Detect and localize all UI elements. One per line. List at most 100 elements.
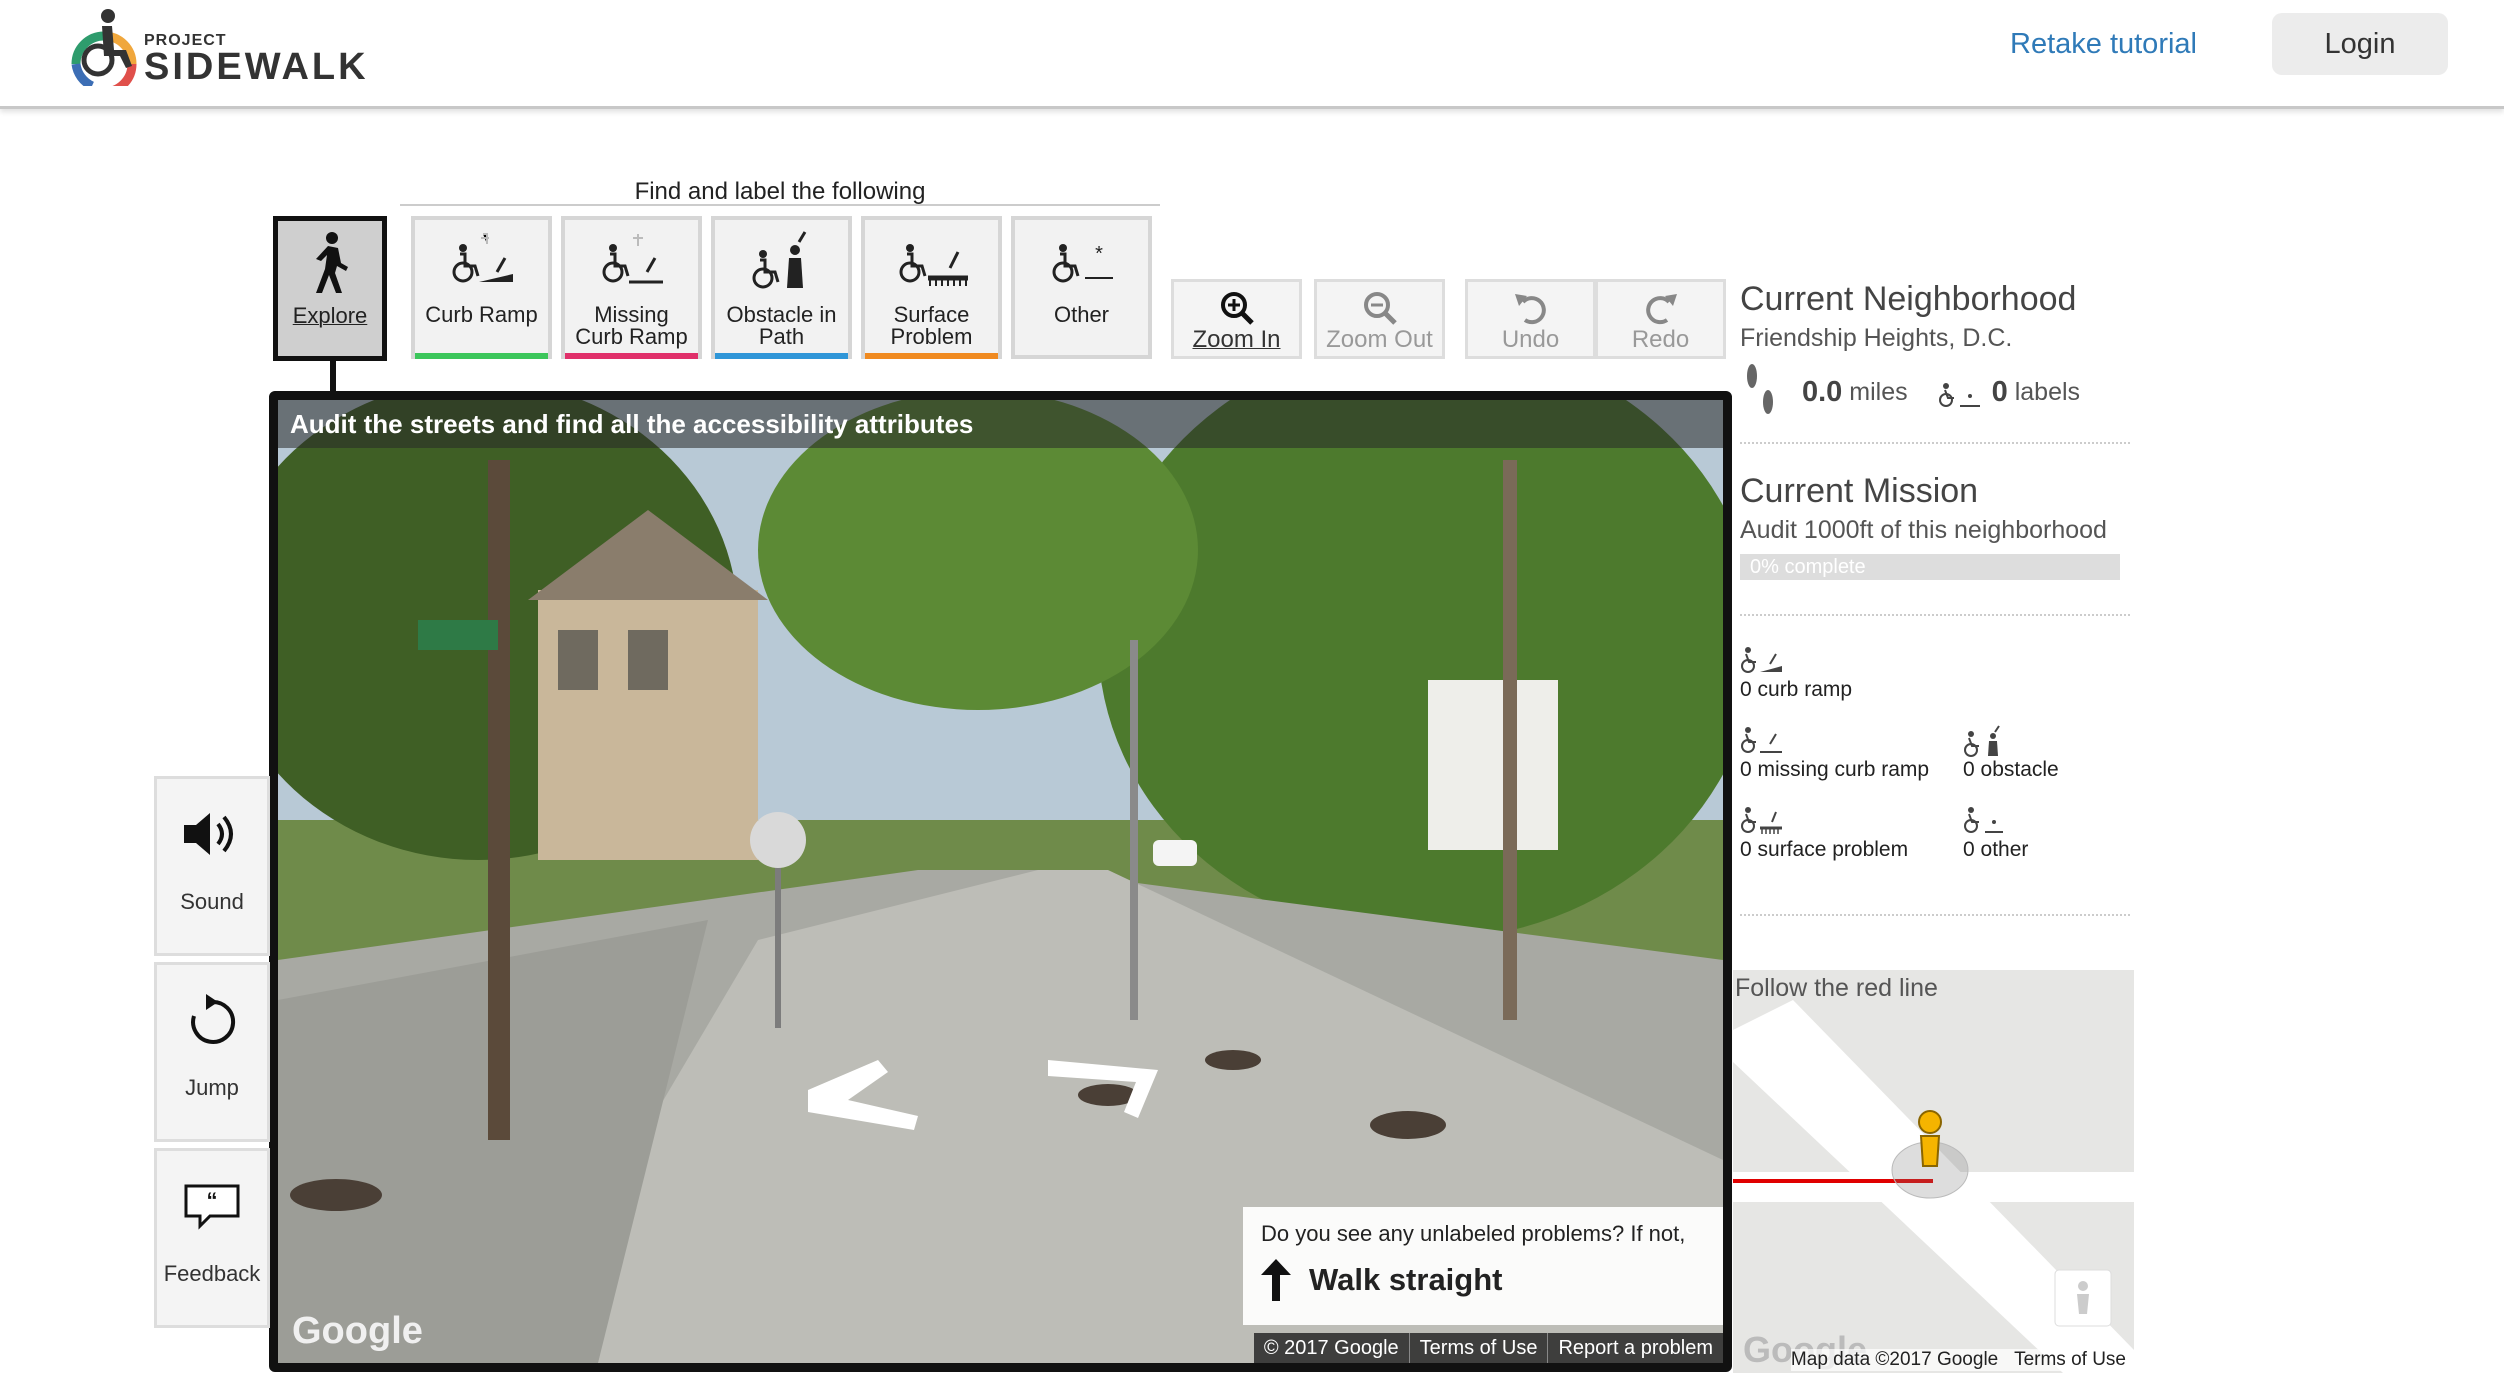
- minimap[interactable]: Follow the red line Google Map data ©201…: [1733, 970, 2134, 1373]
- pano-terms-link[interactable]: Terms of Use: [1408, 1333, 1548, 1363]
- curb-ramp-icon: [415, 220, 548, 304]
- missing-curb-ramp-icon: [1741, 727, 1782, 753]
- neighborhood-name: Friendship Heights, D.C.: [1740, 324, 2013, 352]
- navigation-hint: Do you see any unlabeled problems? If no…: [1243, 1207, 1723, 1325]
- hint-action-label: Walk straight: [1309, 1262, 1503, 1297]
- obstacle-count: 0 obstacle: [1963, 724, 2059, 782]
- pano-footer: © 2017 Google Terms of Use Report a prob…: [1253, 1333, 1723, 1363]
- other-count-text: 0 other: [1963, 838, 2029, 861]
- logo-icon: [71, 9, 137, 97]
- curb-ramp-count: 0 curb ramp: [1740, 644, 1852, 702]
- feedback-button[interactable]: “ Feedback: [154, 1148, 270, 1328]
- missing-curb-ramp-label-1: Missing: [594, 302, 669, 327]
- svg-text:*: *: [1095, 243, 1103, 265]
- undo-button[interactable]: Undo: [1465, 279, 1596, 359]
- obstacle-label-1: Obstacle in: [726, 302, 837, 327]
- zoom-out-label: Zoom Out: [1326, 326, 1433, 353]
- curb-ramp-count-text: 0 curb ramp: [1740, 678, 1853, 701]
- jump-label: Jump: [185, 1075, 239, 1100]
- neighborhood-stats: 0.0 miles 0 labels: [1740, 362, 2080, 422]
- pano-title: Audit the streets and find all the acces…: [278, 400, 1723, 448]
- jump-button[interactable]: Jump: [154, 962, 270, 1142]
- missing-curb-ramp-count: 0 missing curb ramp: [1740, 724, 1929, 782]
- surface-problem-label-2: Problem: [890, 324, 973, 349]
- surface-problem-icon: [865, 220, 998, 304]
- redo-button[interactable]: Redo: [1595, 279, 1726, 359]
- street-view-panorama[interactable]: Audit the streets and find all the acces…: [269, 391, 1732, 1372]
- obstacle-mode-button[interactable]: Obstacle in Path: [711, 216, 852, 359]
- other-label: Other: [1053, 302, 1110, 327]
- obstacle-icon: [1964, 725, 2000, 757]
- hint-action[interactable]: Walk straight: [1261, 1259, 1705, 1301]
- explore-label: Explore: [292, 303, 368, 328]
- sound-button[interactable]: Sound: [154, 776, 270, 956]
- minimap-label: Follow the red line: [1735, 974, 1938, 1002]
- undo-icon: [1468, 282, 1593, 326]
- surface-problem-label-1: Surface: [893, 302, 970, 327]
- login-button[interactable]: Login: [2272, 13, 2448, 75]
- curb-ramp-color-bar: [415, 353, 548, 359]
- missing-curb-ramp-label-2: Curb Ramp: [575, 324, 688, 349]
- find-label-instruction: Find and label the following: [400, 178, 1160, 206]
- other-mode-button[interactable]: * Other: [1011, 216, 1152, 359]
- zoom-in-button[interactable]: Zoom In: [1171, 279, 1302, 359]
- feedback-label: Feedback: [163, 1261, 261, 1286]
- divider: [1740, 442, 2130, 444]
- speaker-icon: [157, 779, 267, 889]
- explore-mode-button[interactable]: Explore: [273, 216, 387, 361]
- surface-problem-icon: [1741, 807, 1782, 834]
- zoom-in-icon: [1174, 282, 1299, 326]
- missing-curb-ramp-color-bar: [565, 353, 698, 359]
- labels-value: 0: [1991, 375, 2008, 408]
- mission-progress-bar: 0% complete: [1740, 554, 2120, 580]
- top-header: PROJECT SIDEWALK Retake tutorial Login: [0, 0, 2504, 109]
- minimap-terms-link[interactable]: Terms of Use: [2014, 1349, 2126, 1370]
- mission-progress-text: 0% complete: [1750, 556, 1866, 578]
- other-icon: *: [1015, 220, 1148, 304]
- speech-bubble-icon: “: [157, 1151, 267, 1261]
- project-sidewalk-logo[interactable]: PROJECT SIDEWALK: [68, 6, 388, 97]
- minimap-data-text: Map data ©2017 Google: [1790, 1349, 1999, 1370]
- pano-copyright: © 2017 Google: [1263, 1337, 1399, 1359]
- surface-problem-mode-button[interactable]: Surface Problem: [861, 216, 1002, 359]
- zoom-in-label: Zoom In: [1192, 326, 1281, 353]
- svg-text:“: “: [207, 1188, 218, 1213]
- missing-curb-ramp-count-text: 0 missing curb ramp: [1740, 758, 1930, 781]
- minimap-attribution: Map data ©2017 Google Terms of Use: [1790, 1349, 2126, 1371]
- obstacle-label-2: Path: [758, 324, 805, 349]
- redo-label: Redo: [1631, 326, 1690, 353]
- google-logo: Google: [292, 1310, 423, 1352]
- redo-icon: [1598, 282, 1723, 326]
- divider: [1740, 914, 2130, 916]
- wheelchair-label-icon: [1938, 383, 1980, 407]
- zoom-out-button[interactable]: Zoom Out: [1314, 279, 1445, 359]
- hint-question: Do you see any unlabeled problems? If no…: [1261, 1221, 1686, 1246]
- obstacle-color-bar: [715, 353, 848, 359]
- divider: [1740, 614, 2130, 616]
- surface-problem-count-text: 0 surface problem: [1740, 838, 1909, 861]
- sound-label: Sound: [180, 889, 244, 914]
- report-problem-link[interactable]: Report a problem: [1547, 1333, 1723, 1363]
- surface-problem-color-bar: [865, 353, 998, 359]
- footprints-icon: [1747, 364, 1773, 414]
- curb-ramp-label: Curb Ramp: [425, 302, 538, 327]
- zoom-out-icon: [1317, 282, 1442, 326]
- mission-heading: Current Mission: [1740, 472, 1979, 510]
- minimap-canvas[interactable]: Google: [1733, 970, 2134, 1373]
- logo-text-big: SIDEWALK: [144, 46, 369, 88]
- other-icon: [1964, 807, 2003, 833]
- mission-description: Audit 1000ft of this neighborhood: [1740, 516, 2107, 544]
- undo-label: Undo: [1501, 326, 1560, 353]
- explore-connector: [330, 361, 336, 391]
- curb-ramp-mode-button[interactable]: Curb Ramp: [411, 216, 552, 359]
- labels-unit: labels: [2014, 377, 2081, 406]
- missing-curb-ramp-mode-button[interactable]: Missing Curb Ramp: [561, 216, 702, 359]
- neighborhood-heading: Current Neighborhood: [1740, 280, 2077, 318]
- arrow-up-icon: [1261, 1259, 1291, 1301]
- obstacle-icon: [715, 220, 848, 304]
- obstacle-count-text: 0 obstacle: [1963, 758, 2059, 781]
- surface-problem-count: 0 surface problem: [1740, 804, 1908, 862]
- retake-tutorial-link[interactable]: Retake tutorial: [2010, 28, 2197, 61]
- walking-person-icon: [278, 221, 382, 305]
- other-count: 0 other: [1963, 804, 2028, 862]
